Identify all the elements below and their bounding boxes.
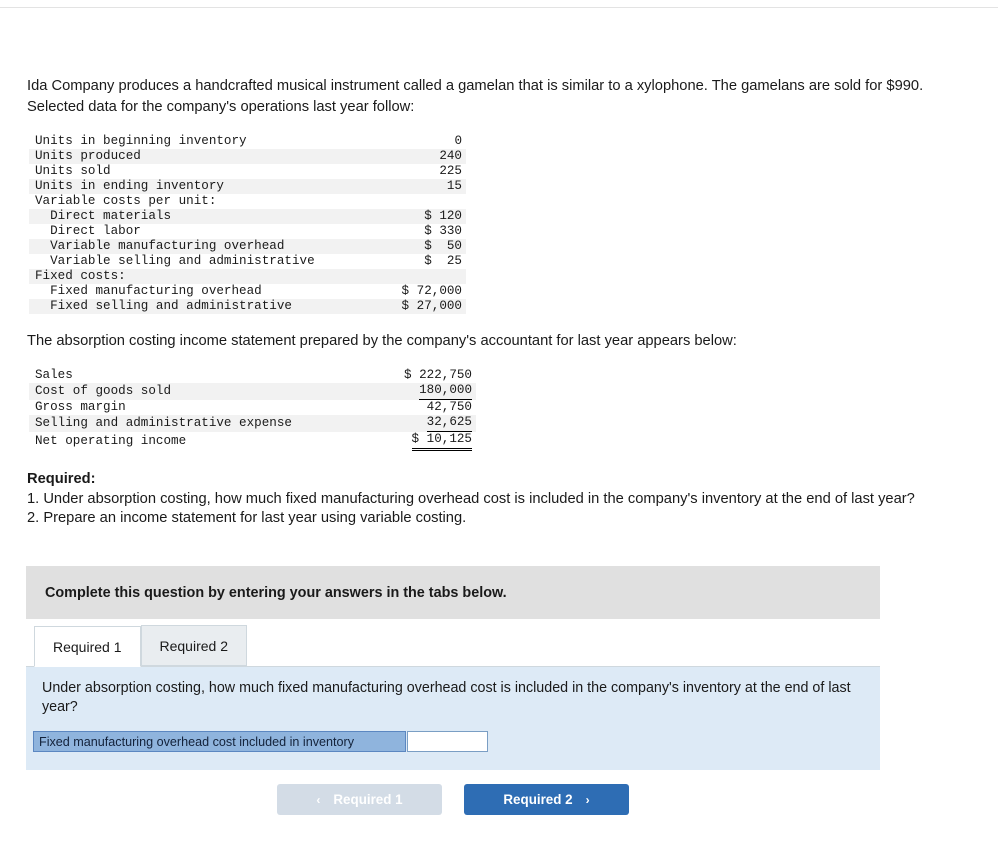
selected-data-table: Units in beginning inventory 0 Units produ… (29, 134, 466, 314)
table-row: Fixed manufacturing overhead $ 72,000 (29, 284, 466, 299)
row-value: $ 25 (424, 254, 462, 268)
next-required-button[interactable]: Required 2 › (464, 784, 629, 815)
absorption-intro: The absorption costing income statement … (27, 333, 737, 349)
table-row: Gross margin 42,750 (29, 400, 476, 415)
row-label: Sales (35, 368, 73, 382)
row-label: Variable manufacturing overhead (35, 239, 285, 253)
income-statement-table: Sales $ 222,750 Cost of goods sold 180,000 G… (29, 368, 476, 451)
table-row: Variable manufacturing overhead $ 50 (29, 239, 466, 254)
row-value: $ 120 (424, 209, 462, 223)
nav-row: ‹ Required 1 Required 2 › (26, 770, 880, 821)
table-row: Variable costs per unit: (29, 194, 466, 209)
table-row: Units sold 225 (29, 164, 466, 179)
table-row: Units in ending inventory 15 (29, 179, 466, 194)
row-value: 32,625 (368, 415, 476, 432)
row-value (360, 194, 466, 209)
row-value (360, 269, 466, 284)
answer-row: Fixed manufacturing overhead cost includ… (26, 731, 880, 770)
table-row: Units in beginning inventory 0 (29, 134, 466, 149)
row-label: Fixed manufacturing overhead (35, 284, 262, 298)
table-row: Cost of goods sold 180,000 (29, 383, 476, 400)
row-label: Variable selling and administrative (35, 254, 315, 268)
required-item-1: 1. Under absorption costing, how much fi… (27, 490, 915, 507)
row-value: $ 72,000 (401, 284, 462, 298)
row-value: 15 (446, 179, 462, 193)
next-required-label: Required 2 (503, 792, 573, 807)
row-value: 225 (439, 164, 462, 178)
row-label: Net operating income (35, 434, 187, 448)
table-row: Variable selling and administrative $ 25 (29, 254, 466, 269)
answer-widget: Complete this question by entering your … (26, 566, 880, 821)
answer-input[interactable] (407, 731, 488, 752)
row-value: 180,000 (368, 383, 476, 400)
required-item-2: 2. Prepare an income statement for last … (27, 510, 467, 526)
question-text: Under absorption costing, how much fixed… (26, 667, 880, 731)
row-value: $ 27,000 (401, 299, 462, 313)
tab-required-1-label: Required 1 (53, 638, 122, 655)
tabstrip: Required 1 Required 2 (26, 619, 880, 667)
row-label: Units in beginning inventory (35, 134, 247, 148)
required-block: Required: 1. Under absorption costing, h… (27, 470, 957, 528)
prev-required-label: Required 1 (333, 792, 403, 807)
row-label: Units sold (35, 164, 111, 178)
income-statement-rows: Sales $ 222,750 Cost of goods sold 180,000 G… (29, 368, 476, 451)
row-label: Gross margin (35, 400, 126, 414)
table-row: Fixed selling and administrative $ 27,000 (29, 299, 466, 314)
table-row: Fixed costs: (29, 269, 466, 284)
row-label: Direct materials (35, 209, 172, 223)
required-title: Required: (27, 471, 96, 487)
row-label: Units in ending inventory (35, 179, 224, 193)
table-row: Selling and administrative expense 32,625 (29, 415, 476, 432)
chevron-left-icon: ‹ (316, 792, 321, 807)
row-value: 42,750 (426, 400, 472, 414)
tab-required-2-label: Required 2 (159, 637, 229, 654)
row-label: Cost of goods sold (35, 384, 172, 398)
row-value: $ 50 (424, 239, 462, 253)
row-value: 0 (454, 134, 462, 148)
row-label: Fixed selling and administrative (35, 299, 292, 313)
problem-intro: Ida Company produces a handcrafted music… (27, 78, 924, 115)
table-row: Direct materials $ 120 (29, 209, 466, 224)
tab-required-1[interactable]: Required 1 (34, 626, 141, 667)
tab-required-2[interactable]: Required 2 (140, 625, 247, 666)
row-value: $ 330 (424, 224, 462, 238)
answer-label: Fixed manufacturing overhead cost includ… (33, 731, 406, 752)
row-label: Direct labor (35, 224, 141, 238)
row-label: Selling and administrative expense (35, 416, 292, 430)
widget-header: Complete this question by entering your … (26, 566, 880, 619)
prev-required-button[interactable]: ‹ Required 1 (277, 784, 442, 815)
table-row: Sales $ 222,750 (29, 368, 476, 383)
row-label: Fixed costs: (35, 269, 126, 283)
row-value: $ 222,750 (403, 368, 472, 382)
top-divider (0, 7, 998, 8)
table-row: Units produced 240 (29, 149, 466, 164)
row-value: 240 (439, 149, 462, 163)
row-label: Units produced (35, 149, 141, 163)
selected-data-rows: Units in beginning inventory 0 Units produ… (29, 134, 466, 314)
table-row: Net operating income $ 10,125 (29, 432, 476, 451)
row-label: Variable costs per unit: (35, 194, 217, 208)
table-row: Direct labor $ 330 (29, 224, 466, 239)
chevron-right-icon: › (585, 792, 590, 807)
row-value: $ 10,125 (368, 432, 476, 451)
